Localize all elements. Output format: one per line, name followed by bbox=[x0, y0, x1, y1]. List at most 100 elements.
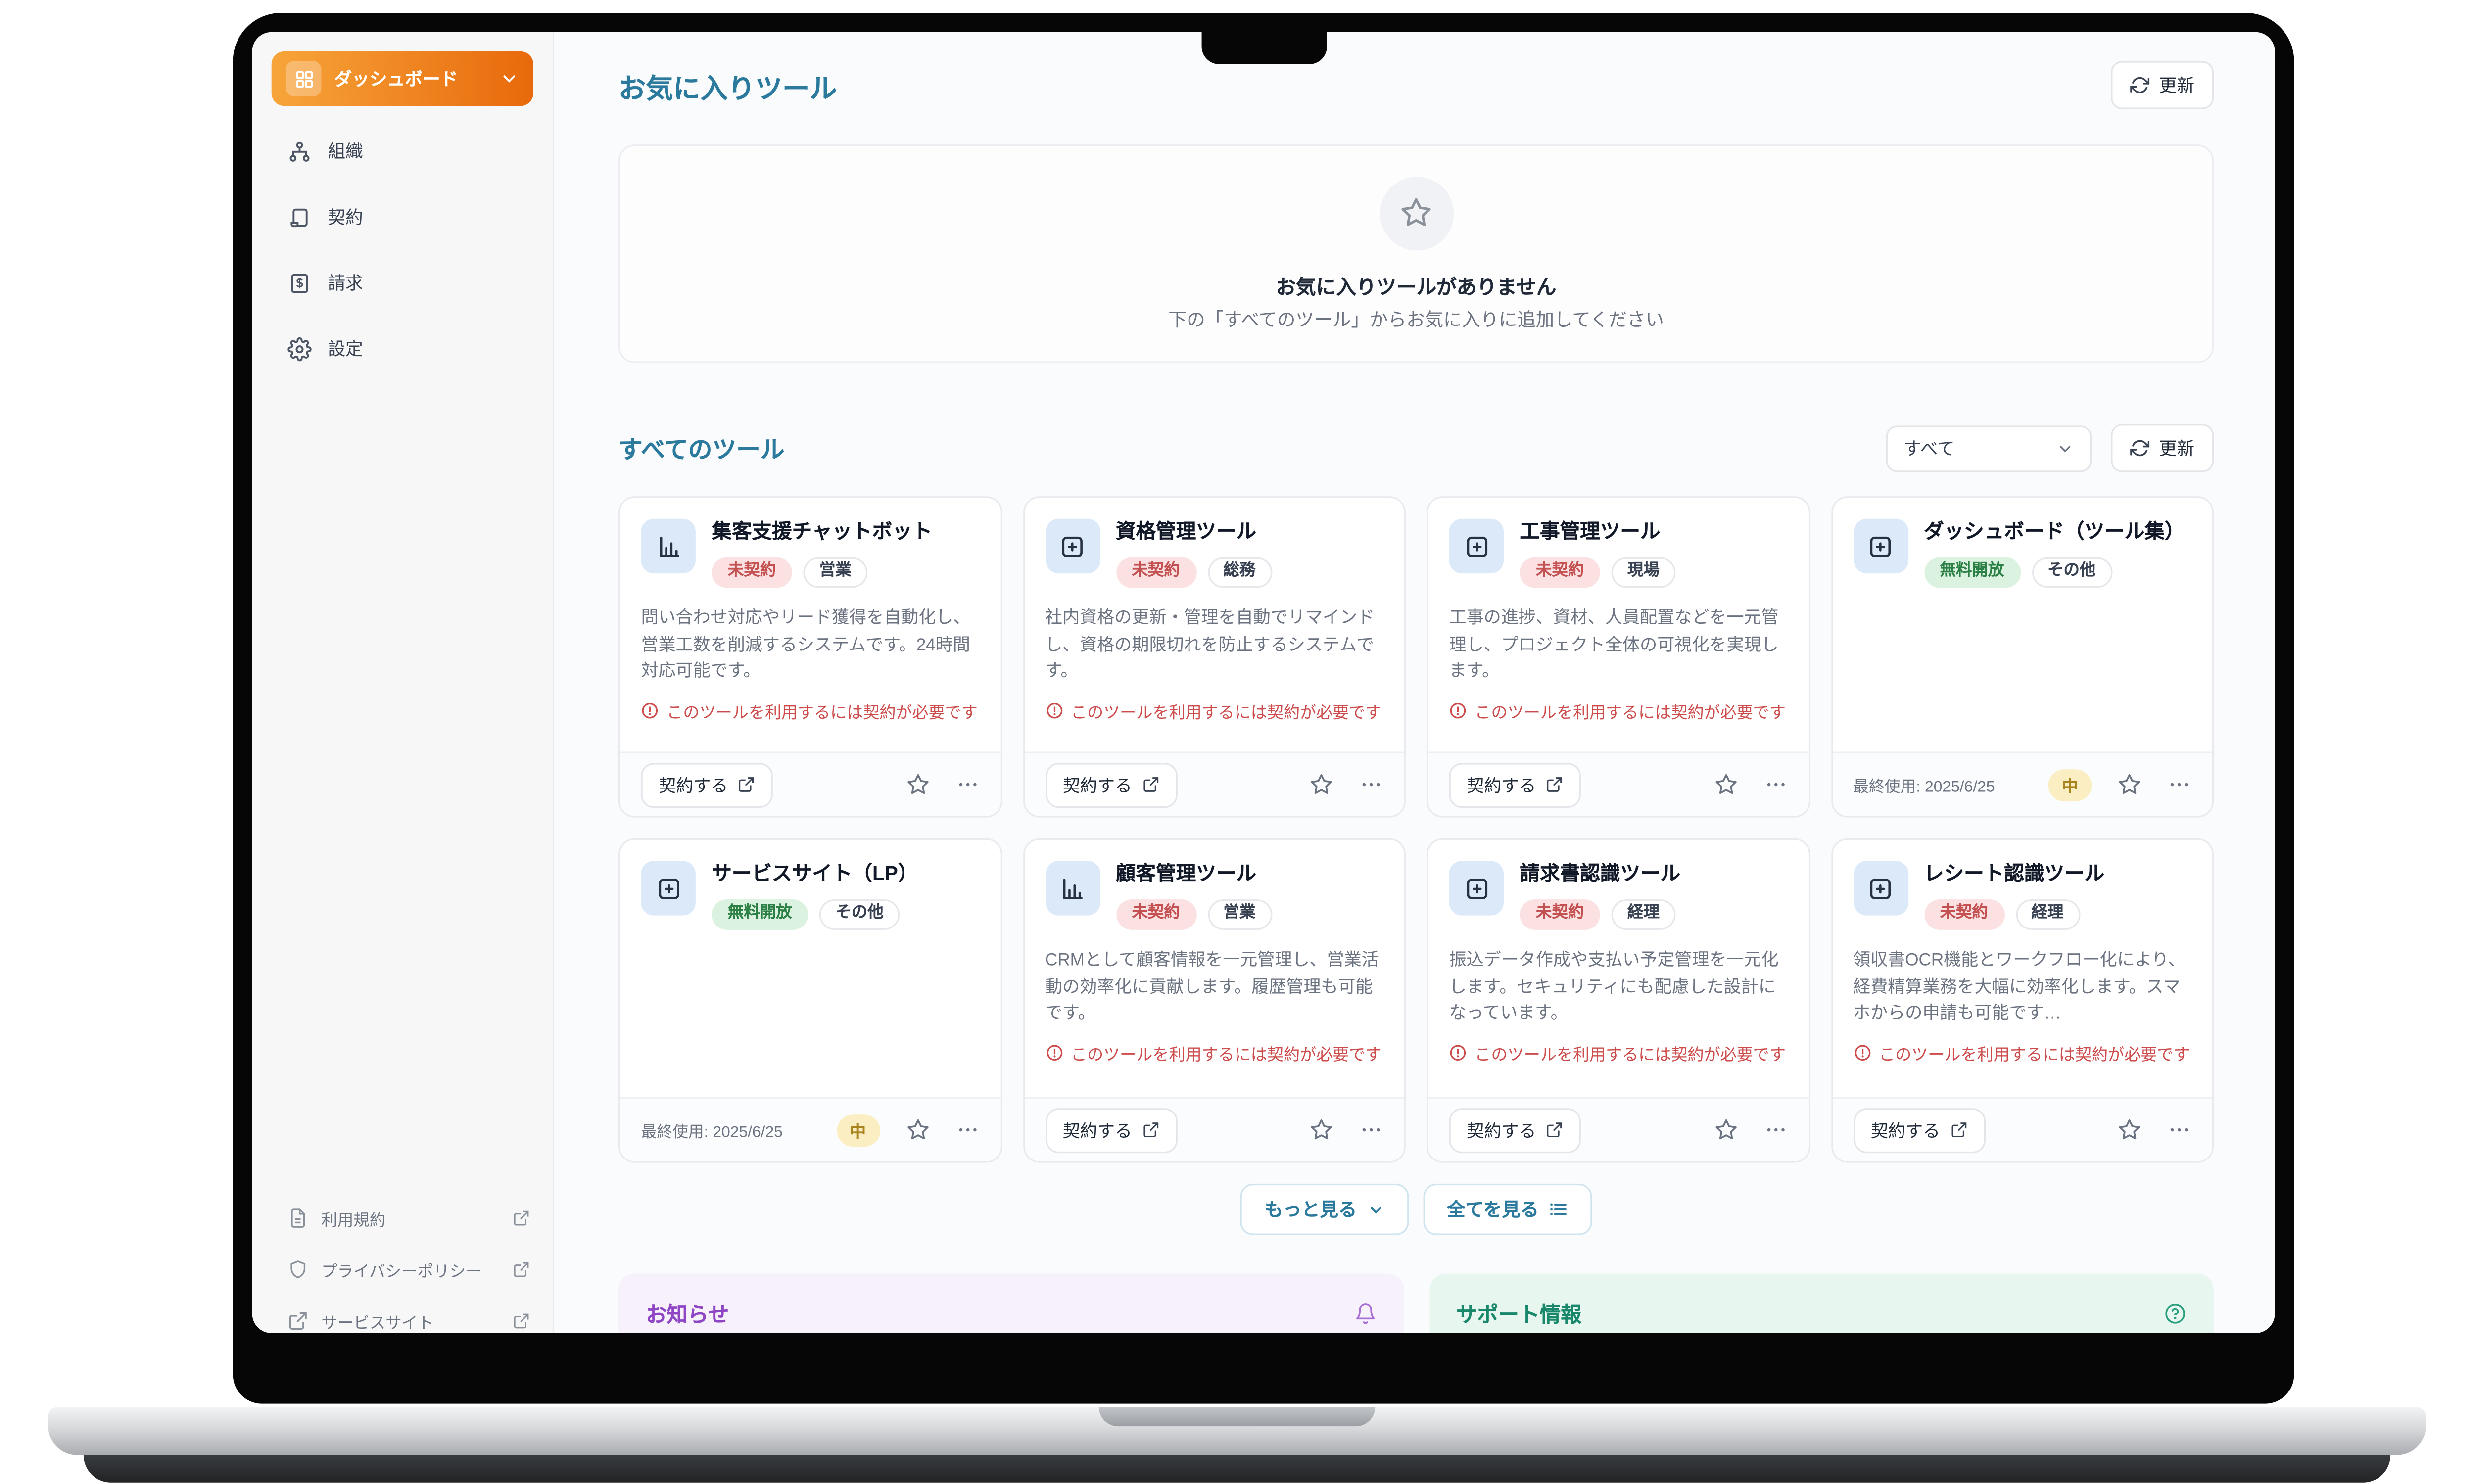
contract-button[interactable]: 契約する bbox=[1045, 1108, 1177, 1153]
alert-circle-icon bbox=[1449, 702, 1467, 720]
scroll-icon bbox=[287, 205, 312, 229]
tool-card-body: ダッシュボード（ツール集） 無料開放 その他 bbox=[1832, 498, 2212, 751]
footer-contract: 契約する bbox=[641, 762, 979, 807]
tool-card-body: 資格管理ツール 未契約 総務 社内資格の更新・管理を自動でリマインドし、資格の期… bbox=[1024, 498, 1404, 751]
tool-icon-tile bbox=[1449, 519, 1504, 573]
more-options-button[interactable] bbox=[1359, 773, 1383, 797]
bell-icon[interactable] bbox=[1353, 1301, 1376, 1324]
more-options-button[interactable] bbox=[1763, 1118, 1787, 1142]
category-badge: 経理 bbox=[1611, 899, 1675, 930]
favorite-star-button[interactable] bbox=[1713, 773, 1738, 797]
more-options-button[interactable] bbox=[1763, 773, 1787, 797]
tool-card-body: レシート認識ツール 未契約 経理 領収書OCR機能とワークフロー化により、経費精… bbox=[1832, 840, 2212, 1097]
favorites-empty-subtitle: 下の「すべてのツール」からお気に入りに追加してください bbox=[1168, 306, 1664, 332]
footer-last-used: 最終使用: 2025/6/25 中 bbox=[641, 1114, 979, 1146]
favorite-star-button[interactable] bbox=[2117, 773, 2141, 797]
status-badge: 未契約 bbox=[1116, 899, 1196, 930]
laptop-base-front bbox=[84, 1455, 2390, 1483]
contract-button[interactable]: 契約する bbox=[1045, 762, 1177, 807]
help-circle-icon[interactable] bbox=[2164, 1301, 2186, 1324]
gear-icon bbox=[287, 336, 312, 361]
news-panel: お知らせ ツールに関する最新のお知らせをお届けします bbox=[618, 1274, 1403, 1333]
tool-icon-tile bbox=[641, 861, 695, 915]
sidebar-item-billing[interactable]: 請求 bbox=[252, 262, 553, 303]
favorite-star-button[interactable] bbox=[1309, 1118, 1333, 1142]
external-link-icon bbox=[738, 776, 756, 793]
tools-filter-select[interactable]: すべて bbox=[1886, 425, 2092, 471]
warning-text: このツールを利用するには契約が必要です bbox=[1475, 699, 1786, 723]
favorite-star-button[interactable] bbox=[1713, 1118, 1738, 1142]
tool-title: 工事管理ツール bbox=[1520, 519, 1787, 546]
invoice-icon bbox=[287, 271, 312, 295]
status-badge: 未契約 bbox=[1520, 557, 1600, 588]
tool-description: 社内資格の更新・管理を自動でリマインドし、資格の期限切れを防止するシステムです。 bbox=[1045, 605, 1383, 686]
tool-warning: このツールを利用するには契約が必要です bbox=[1449, 699, 1787, 723]
laptop-frame: ダッシュボード 組織 bbox=[233, 13, 2294, 1404]
tool-title: 請求書認識ツール bbox=[1520, 861, 1787, 888]
tool-card-footer: 契約する bbox=[1428, 751, 1808, 816]
tool-card-body: 顧客管理ツール 未契約 営業 CRMとして顧客情報を一元管理し、営業活動の効率化… bbox=[1024, 840, 1404, 1097]
list-icon bbox=[1549, 1200, 1568, 1219]
more-options-button[interactable] bbox=[2167, 773, 2191, 797]
external-link-icon bbox=[1142, 776, 1159, 793]
all-tools-title: すべてのツール bbox=[618, 431, 785, 465]
sidebar-link-terms[interactable]: 利用規約 bbox=[252, 1192, 553, 1243]
tools-refresh-button[interactable]: 更新 bbox=[2111, 424, 2214, 472]
sidebar-item-contract[interactable]: 契約 bbox=[252, 196, 553, 237]
footer-last-used: 最終使用: 2025/6/25 中 bbox=[1853, 769, 2191, 801]
tool-card-body: 請求書認識ツール 未契約 経理 振込データ作成や支払い予定管理を一元化します。セ… bbox=[1428, 840, 1808, 1097]
contract-label: 契約する bbox=[659, 772, 728, 797]
support-panel: サポート情報 お困りの際はこちらをご利用ください bbox=[1429, 1274, 2214, 1333]
contract-button[interactable]: 契約する bbox=[1449, 762, 1581, 807]
tool-card-footer: 最終使用: 2025/6/25 中 bbox=[620, 1097, 1000, 1161]
sidebar-link-service-site[interactable]: サービスサイト bbox=[252, 1295, 553, 1333]
alert-circle-icon bbox=[1045, 1044, 1063, 1062]
sidebar-link-privacy[interactable]: プライバシーポリシー bbox=[252, 1243, 553, 1295]
tool-icon-tile bbox=[641, 519, 695, 573]
plus-square-icon bbox=[1059, 532, 1086, 559]
tool-card: サービスサイト（LP） 無料開放 その他 最終使用: 2025/6/25 中 bbox=[618, 838, 1001, 1163]
sidebar-item-label: 請求 bbox=[328, 270, 363, 295]
tool-card-footer: 契約する bbox=[1428, 1097, 1808, 1161]
sidebar-item-organization[interactable]: 組織 bbox=[252, 130, 553, 172]
favorite-star-button[interactable] bbox=[905, 773, 930, 797]
tool-icon-tile bbox=[1853, 861, 1907, 915]
more-options-button[interactable] bbox=[2167, 1118, 2191, 1142]
status-badge: 未契約 bbox=[712, 557, 792, 588]
level-badge: 中 bbox=[836, 1114, 880, 1146]
tool-warning: このツールを利用するには契約が必要です bbox=[1449, 1041, 1787, 1065]
footer-contract: 契約する bbox=[1853, 1108, 2191, 1153]
contract-button[interactable]: 契約する bbox=[1449, 1108, 1581, 1153]
favorites-title: お気に入りツール bbox=[618, 65, 837, 105]
show-all-button[interactable]: 全てを見る bbox=[1423, 1184, 1592, 1235]
filter-value: すべて bbox=[1903, 435, 1954, 461]
favorite-star-button[interactable] bbox=[2117, 1118, 2141, 1142]
bar-chart-icon bbox=[655, 532, 682, 559]
show-more-button[interactable]: もっと見る bbox=[1240, 1184, 1408, 1235]
sidebar-item-dashboard[interactable]: ダッシュボード bbox=[272, 51, 533, 106]
more-options-button[interactable] bbox=[1359, 1118, 1383, 1142]
warning-text: このツールを利用するには契約が必要です bbox=[666, 699, 977, 723]
favorite-star-button[interactable] bbox=[1309, 773, 1333, 797]
sidebar-item-settings[interactable]: 設定 bbox=[252, 327, 553, 369]
status-badge: 無料開放 bbox=[1924, 557, 2020, 588]
chevron-down-icon bbox=[2056, 439, 2074, 457]
contract-button[interactable]: 契約する bbox=[641, 762, 773, 807]
category-badge: 営業 bbox=[803, 557, 867, 588]
level-badge: 中 bbox=[2048, 769, 2092, 801]
favorite-star-button[interactable] bbox=[905, 1118, 930, 1142]
category-badge: その他 bbox=[2032, 557, 2112, 588]
warning-text: このツールを利用するには契約が必要です bbox=[1475, 1041, 1786, 1065]
favorites-refresh-button[interactable]: 更新 bbox=[2111, 61, 2214, 109]
tool-title: サービスサイト（LP） bbox=[712, 861, 979, 888]
contract-button[interactable]: 契約する bbox=[1853, 1108, 1985, 1153]
tool-warning: このツールを利用するには契約が必要です bbox=[641, 699, 979, 723]
sidebar-item-label: 組織 bbox=[328, 138, 363, 164]
more-options-button[interactable] bbox=[955, 1118, 979, 1142]
laptop-base bbox=[48, 1407, 2426, 1455]
tool-card-body: 集客支援チャットボット 未契約 営業 問い合わせ対応やリード獲得を自動化し、営業… bbox=[620, 498, 1000, 751]
more-options-button[interactable] bbox=[955, 773, 979, 797]
tool-card: 工事管理ツール 未契約 現場 工事の進捗、資材、人員配置などを一元管理し、プロジ… bbox=[1427, 496, 1809, 817]
sidebar-item-label: ダッシュボード bbox=[334, 66, 486, 92]
category-badge: 経理 bbox=[2015, 899, 2080, 930]
